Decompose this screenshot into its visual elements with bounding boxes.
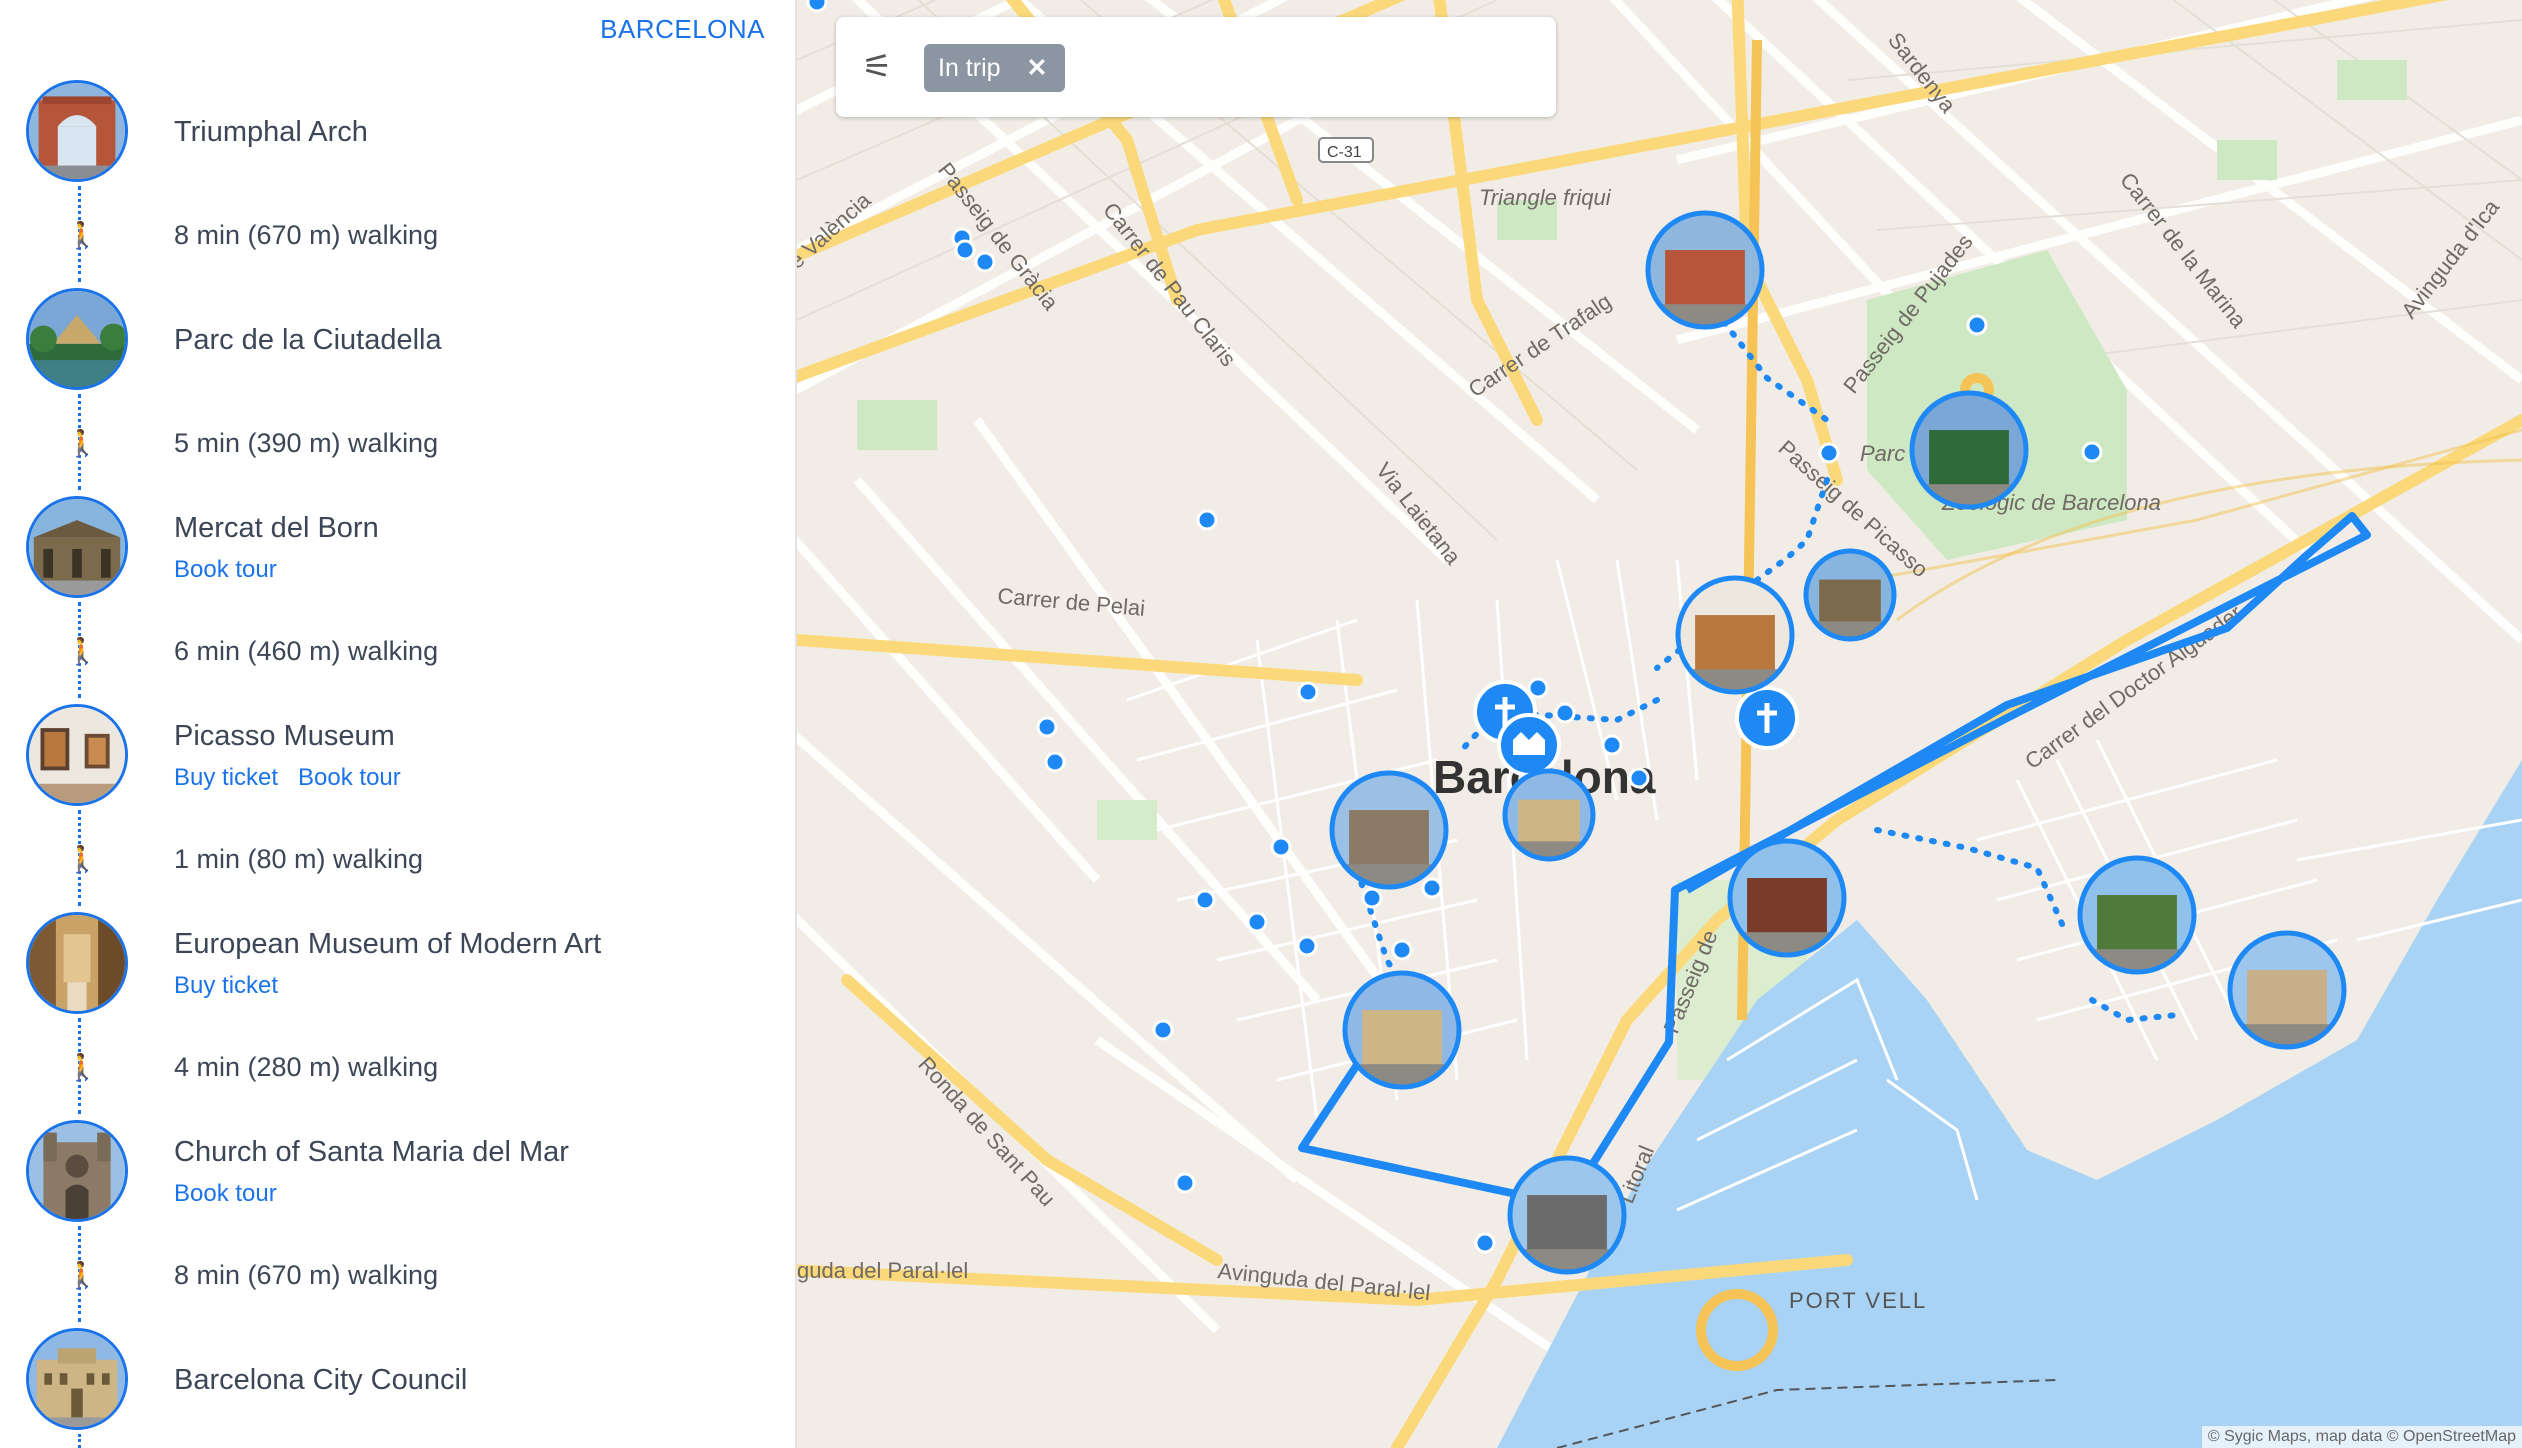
stop-name[interactable]: Triumphal Arch [174,116,368,149]
chip-label: In trip [938,54,1001,82]
in-trip-chip[interactable]: In trip ✕ [924,44,1066,92]
poi-dot [1361,887,1383,909]
stop-thumbnail[interactable] [26,288,128,390]
photo-marker[interactable] [1803,548,1897,643]
walk-duration: 6 min (460 m) walking [174,636,439,666]
walk-duration: 8 min (670 m) walking [174,1260,439,1290]
stop-name[interactable]: Church of Santa Maria del Mar [174,1136,569,1169]
walk-duration: 4 min (280 m) walking [174,1052,439,1082]
buy-ticket-link[interactable]: Buy ticket [174,972,278,999]
poi-dot [1474,1232,1496,1254]
stop-thumbnail[interactable] [26,1120,128,1222]
sliders-icon[interactable]: ⚟ [862,47,892,87]
poi-dot [1036,716,1058,738]
poi-dot [1196,509,1218,531]
walking-icon: 🚶 [66,844,99,874]
map-label: C-31 [1327,144,1362,161]
buy-ticket-link[interactable]: Buy ticket [174,764,278,791]
poi-dot [974,251,996,273]
stop-actions: Buy ticket [174,972,298,1000]
poi-dot [806,0,828,13]
walking-icon: 🚶 [66,1260,99,1290]
poi-dot [1421,877,1443,899]
close-icon[interactable]: ✕ [1027,54,1048,82]
walking-icon: 🚶 [66,428,99,458]
stop-name[interactable]: Parc de la Ciutadella [174,324,442,357]
stop-name[interactable]: Barcelona City Council [174,1364,467,1397]
poi-dot [1270,836,1292,858]
photo-marker[interactable] [1502,768,1596,863]
stop-actions: Book tour [174,1180,297,1208]
poi-dot [1391,939,1413,961]
walk-segment: 🚶 5 min (390 m) walking [0,418,795,478]
stop-name[interactable]: Mercat del Born [174,512,379,545]
walk-duration: 8 min (670 m) walking [174,220,439,250]
map-canvas[interactable]: C-31 e València Passeig de Gràcia Carrer… [797,0,2522,1448]
stop-thumbnail[interactable] [26,912,128,1014]
building-pin-icon [1497,713,1561,777]
poi-dot [954,239,976,261]
poi-dot [1818,442,1840,464]
poi-dot [2081,441,2103,463]
walk-duration: 5 min (390 m) walking [174,428,439,458]
stop-thumbnail[interactable] [26,704,128,806]
walk-segment: 🚶 8 min (670 m) walking [0,1250,795,1310]
poi-dot [1297,681,1319,703]
map-label: PORT VELL [1789,1288,1927,1313]
map-label: guda del Paral·lel [797,1258,968,1283]
stop-actions: Buy ticket Book tour [174,764,421,792]
poi-dot [1966,314,1988,336]
book-tour-link[interactable]: Book tour [174,556,277,583]
poi-dot [1601,734,1623,756]
walking-icon: 🚶 [66,1052,99,1082]
stop-actions: Book tour [174,556,297,584]
walking-icon: 🚶 [66,636,99,666]
walk-segment: 🚶 6 min (460 m) walking [0,626,795,686]
walk-segment: 🚶 4 min (280 m) walking [0,1042,795,1102]
poi-dot [1174,1172,1196,1194]
stop-thumbnail[interactable] [26,1328,128,1430]
map-label: Parc [1860,441,1905,466]
walking-icon: 🚶 [66,220,99,250]
connector-line [78,1434,81,1448]
map-view[interactable]: C-31 e València Passeig de Gràcia Carrer… [797,0,2522,1448]
book-tour-link[interactable]: Book tour [298,764,401,791]
walk-segment: 🚶 8 min (670 m) walking [0,210,795,270]
stop-thumbnail[interactable] [26,496,128,598]
stop-thumbnail[interactable] [26,80,128,182]
church-pin-icon [1735,686,1799,750]
poi-dot [1296,935,1318,957]
itinerary-sidebar: BARCELONA Triumphal Arch 🚶 8 min (670 m)… [0,0,797,1448]
poi-dot [1554,702,1576,724]
stop-name[interactable]: Picasso Museum [174,720,395,753]
book-tour-link[interactable]: Book tour [174,1180,277,1207]
city-link[interactable]: BARCELONA [600,14,765,45]
poi-dot [1044,751,1066,773]
walk-duration: 1 min (80 m) walking [174,844,424,874]
poi-dot [1628,767,1650,789]
map-label: Triangle friqui [1479,185,1612,210]
filter-bar: ⚟ In trip ✕ [836,17,1556,117]
poi-dot [1152,1019,1174,1041]
map-attribution: © Sygic Maps, map data © OpenStreetMap [2201,1426,2522,1448]
poi-dot [1527,677,1549,699]
poi-dot [1246,911,1268,933]
walk-segment: 🚶 1 min (80 m) walking [0,834,795,894]
stop-name[interactable]: European Museum of Modern Art [174,928,601,961]
poi-dot [1194,889,1216,911]
